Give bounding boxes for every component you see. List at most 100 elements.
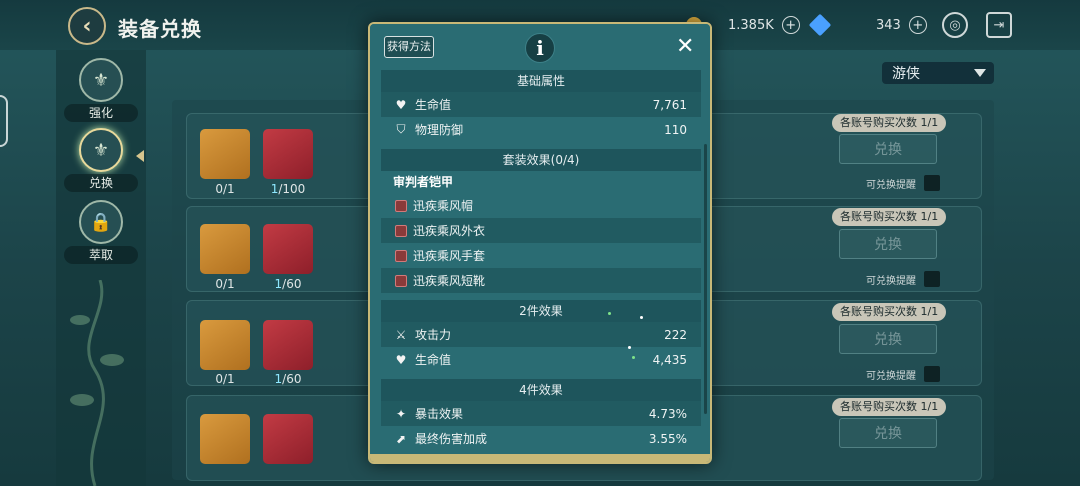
stat-row: ✦ 暴击效果 4.73% [381, 401, 701, 426]
remind-checkbox[interactable] [924, 271, 940, 287]
trident-icon: ⚜ [79, 128, 123, 172]
stat-value: 110 [664, 122, 687, 137]
trident-icon: ⚜ [79, 58, 123, 102]
remind-toggle[interactable]: 可兑换提醒 [866, 366, 940, 382]
set-effect-header: 套装效果(0/4) [381, 149, 701, 171]
gem-icon [808, 13, 832, 37]
gem-currency: 343 + [808, 12, 927, 38]
settings-icon[interactable]: ◎ [942, 12, 968, 38]
heart-icon: ♥ [395, 352, 407, 367]
four-piece-stats-list: ✦ 暴击效果 4.73% ⬈ 最终伤害加成 3.55% [381, 401, 701, 451]
set-piece-item: 迅疾乘风帽 [381, 193, 701, 218]
base-stats-header: 基础属性 [381, 70, 701, 92]
helmet-item-slot[interactable] [200, 224, 250, 274]
armor-item-slot[interactable] [200, 320, 250, 370]
obtain-method-button[interactable]: 获得方法 [384, 36, 434, 58]
set-piece-item: 迅疾乘风手套 [381, 243, 701, 268]
close-icon[interactable]: ✕ [676, 34, 694, 60]
bow-item-slot[interactable] [200, 129, 250, 179]
exchange-button[interactable]: 兑换 [839, 134, 937, 164]
popup-header: 获得方法 i ✕ [370, 24, 710, 70]
stat-row: ♥ 生命值 7,761 [381, 92, 701, 117]
exit-icon[interactable]: ⇥ [986, 12, 1012, 38]
sidebar-item-label: 兑换 [64, 174, 138, 192]
remind-checkbox[interactable] [924, 175, 940, 191]
page-title: 装备兑换 [118, 17, 202, 41]
item-count: 0/1 [215, 277, 235, 291]
purchase-limit-badge: 各账号购买次数 1/1 [832, 114, 947, 132]
stat-row: ⚔ 攻击力 222 [381, 322, 701, 347]
add-gem-button[interactable]: + [908, 16, 927, 34]
gloves-item-slot[interactable] [200, 414, 250, 464]
stat-value: 222 [664, 327, 687, 342]
crossed-swords-icon: ⚔ [395, 327, 407, 342]
final-damage-icon: ⬈ [395, 431, 407, 446]
popup-body[interactable]: 基础属性 ♥ 生命值 7,761 ⛉ 物理防御 110 套装效果(0/4) 审判… [381, 70, 701, 460]
add-gold-button[interactable]: + [781, 16, 800, 34]
set-name: 审判者铠甲 [393, 175, 454, 189]
left-drawer-handle[interactable] [0, 95, 8, 147]
item-detail-popup: 获得方法 i ✕ 基础属性 ♥ 生命值 7,761 ⛉ 物理防御 110 套装效… [368, 22, 712, 464]
stat-name: 攻击力 [415, 328, 452, 342]
blueprint-item-slot[interactable] [263, 414, 313, 464]
popup-bottom-border [370, 454, 710, 462]
sparkle-effect [628, 346, 631, 349]
gold-amount: 1.385K [728, 17, 774, 33]
sidebar-item-enhance[interactable]: ⚜ 强化 [64, 58, 138, 122]
stat-row: ⛉ 物理防御 110 [381, 117, 701, 142]
stat-value: 4,435 [652, 352, 687, 367]
remind-toggle[interactable]: 可兑换提醒 [866, 271, 940, 287]
vine-decoration [70, 280, 124, 486]
set-piece-item: 迅疾乘风外衣 [381, 218, 701, 243]
stat-name: 物理防御 [415, 123, 464, 137]
set-piece-item: 迅疾乘风短靴 [381, 268, 701, 293]
info-icon: i [525, 33, 555, 63]
purchase-limit-badge: 各账号购买次数 1/1 [832, 208, 947, 226]
exchange-button[interactable]: 兑换 [839, 418, 937, 448]
sidebar-item-label: 强化 [64, 104, 138, 122]
blueprint-item-slot[interactable] [263, 224, 313, 274]
stat-name: 最终伤害加成 [415, 432, 488, 446]
stat-row: ⬈ 最终伤害加成 3.55% [381, 426, 701, 451]
lock-icon: 🔒 [79, 200, 123, 244]
gem-amount: 343 [876, 17, 901, 33]
sidebar-item-extract[interactable]: 🔒 萃取 [64, 200, 138, 264]
stat-value: 7,761 [652, 97, 687, 112]
blueprint-item-slot[interactable] [263, 129, 313, 179]
back-button[interactable]: ‹ [68, 7, 106, 45]
purchase-limit-badge: 各账号购买次数 1/1 [832, 398, 947, 416]
coat-icon [395, 224, 407, 237]
stat-row: ♥ 生命值 4,435 [381, 347, 701, 372]
exchange-button[interactable]: 兑换 [839, 229, 937, 259]
exchange-button[interactable]: 兑换 [839, 324, 937, 354]
material-count: 1/60 [274, 372, 302, 386]
gloves-icon [395, 249, 407, 262]
sidebar-item-exchange[interactable]: ⚜ 兑换 [64, 128, 138, 192]
two-piece-effect-header: 2件效果 [381, 300, 701, 322]
back-arrow-icon: ‹ [82, 13, 92, 39]
sidebar-item-label: 萃取 [64, 246, 138, 264]
stat-name: 生命值 [415, 98, 452, 112]
shield-icon: ⛉ [396, 122, 406, 136]
stat-name: 生命值 [415, 353, 452, 367]
boots-icon [395, 274, 407, 287]
remind-toggle[interactable]: 可兑换提醒 [866, 175, 940, 191]
material-count: 1/100 [270, 182, 306, 196]
remind-checkbox[interactable] [924, 366, 940, 382]
chevron-down-icon [974, 69, 986, 77]
purchase-limit-badge: 各账号购买次数 1/1 [832, 303, 947, 321]
four-piece-effect-header: 4件效果 [381, 379, 701, 401]
critical-effect-icon: ✦ [395, 406, 407, 421]
base-stats-list: ♥ 生命值 7,761 ⛉ 物理防御 110 [381, 92, 701, 142]
set-pieces-list: 迅疾乘风帽 迅疾乘风外衣 迅疾乘风手套 迅疾乘风短靴 [381, 193, 701, 293]
stat-name: 暴击效果 [415, 407, 464, 421]
sparkle-effect [632, 356, 635, 359]
item-count: 0/1 [215, 182, 235, 196]
class-dropdown[interactable]: 游侠 [882, 62, 994, 84]
heart-icon: ♥ [395, 97, 407, 112]
popup-scrollbar[interactable] [704, 144, 707, 414]
blueprint-item-slot[interactable] [263, 320, 313, 370]
sparkle-effect [640, 316, 643, 319]
helmet-icon [395, 199, 407, 212]
class-dropdown-value: 游侠 [892, 66, 920, 82]
